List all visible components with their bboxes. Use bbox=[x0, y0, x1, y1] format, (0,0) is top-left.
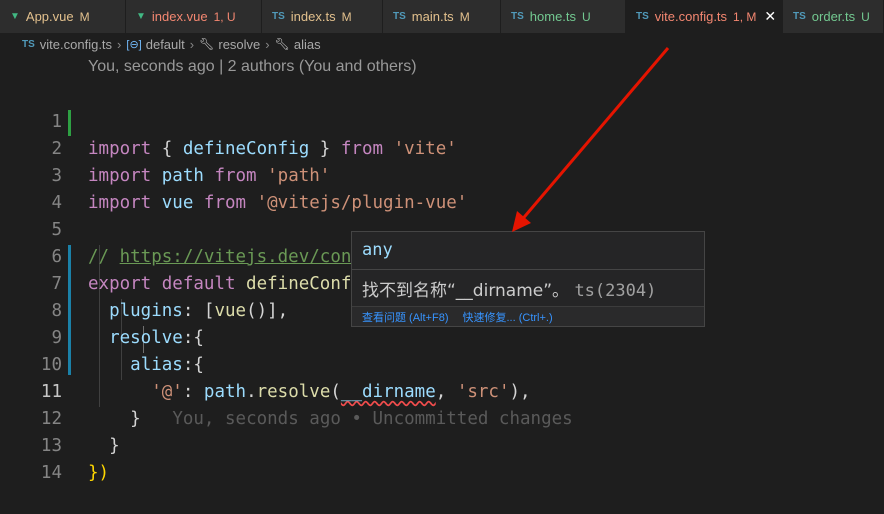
vue-icon: ▼ bbox=[10, 11, 20, 22]
tab-label: main.ts bbox=[411, 9, 454, 24]
tab-index-vue[interactable]: ▼ index.vue 1, U bbox=[126, 0, 262, 33]
breadcrumb-item-resolve[interactable]: resolve bbox=[218, 37, 260, 52]
code-line: 5 // https://vitejs.dev/config/ bbox=[0, 190, 884, 267]
vue-icon: ▼ bbox=[136, 11, 146, 22]
tab-bar: ▼ App.vue M ▼ index.vue 1, U TS index.ts… bbox=[0, 0, 884, 33]
tab-status: U bbox=[582, 9, 591, 24]
tab-label: App.vue bbox=[25, 9, 74, 24]
breadcrumb-item-alias[interactable]: alias bbox=[294, 37, 321, 52]
chevron-right-icon: › bbox=[189, 36, 195, 52]
code-line: 4 bbox=[0, 163, 884, 213]
line-number: 14 bbox=[40, 463, 62, 483]
wrench-icon: 🔧︎ bbox=[199, 37, 215, 51]
tab-label: home.ts bbox=[529, 9, 577, 24]
breadcrumb: TS vite.config.ts › [⊖] default › 🔧︎ res… bbox=[0, 33, 884, 55]
code-line: 1 import { defineConfig } from 'vite' bbox=[0, 82, 884, 159]
tab-app-vue[interactable]: ▼ App.vue M bbox=[0, 0, 126, 33]
tab-label: order.ts bbox=[811, 9, 856, 24]
code-line: 10 '@': path.resolve(__dirname, 'src'), bbox=[0, 325, 884, 402]
tab-status: M bbox=[459, 9, 470, 24]
typescript-icon: TS bbox=[636, 11, 649, 22]
close-icon[interactable]: ✕ bbox=[764, 8, 776, 25]
typescript-icon: TS bbox=[272, 11, 285, 22]
wrench-icon: 🔧︎ bbox=[274, 37, 290, 51]
hover-actions: 查看问题 (Alt+F8) 快速修复... (Ctrl+.) bbox=[352, 306, 704, 326]
typescript-icon: TS bbox=[22, 38, 35, 50]
hover-error-message: 找不到名称“__dirname”。 ts(2304) bbox=[362, 281, 657, 301]
hover-tooltip: any 找不到名称“__dirname”。 ts(2304) 查看问题 (Alt… bbox=[351, 231, 705, 327]
tab-home-ts[interactable]: TS home.ts U bbox=[501, 0, 626, 33]
tab-label: index.ts bbox=[290, 9, 336, 24]
breadcrumb-item-default[interactable]: default bbox=[146, 37, 185, 52]
tab-status: 1, M bbox=[733, 9, 757, 24]
code-line: 14 bbox=[0, 433, 884, 483]
breadcrumb-file[interactable]: vite.config.ts bbox=[40, 37, 112, 52]
quick-fix-link[interactable]: 快速修复... (Ctrl+.) bbox=[462, 309, 552, 325]
hover-type: any bbox=[362, 240, 393, 260]
tab-vite-config-ts[interactable]: TS vite.config.ts 1, M ✕ bbox=[626, 0, 783, 33]
code-line: 11 } You, seconds ago • Uncommitted chan… bbox=[0, 352, 884, 429]
tab-status: M bbox=[341, 9, 352, 24]
tab-label: vite.config.ts bbox=[654, 9, 728, 24]
module-icon: [⊖] bbox=[126, 38, 142, 51]
code-line: 2 import path from 'path' bbox=[0, 109, 884, 186]
code-line: 13 }) bbox=[0, 406, 884, 483]
code-line: 3 import vue from '@vitejs/plugin-vue' bbox=[0, 136, 884, 213]
typescript-icon: TS bbox=[511, 11, 524, 22]
typescript-icon: TS bbox=[393, 11, 406, 22]
tab-order-ts[interactable]: TS order.ts U bbox=[783, 0, 884, 33]
tab-label: index.vue bbox=[151, 9, 208, 24]
tab-status: M bbox=[79, 9, 90, 24]
tab-status: 1, U bbox=[213, 9, 236, 24]
view-problem-link[interactable]: 查看问题 (Alt+F8) bbox=[362, 309, 448, 325]
code-line: 12 } bbox=[0, 379, 884, 456]
chevron-right-icon: › bbox=[265, 36, 270, 52]
tab-main-ts[interactable]: TS main.ts M bbox=[383, 0, 501, 33]
codelens-authors[interactable]: You, seconds ago | 2 authors (You and ot… bbox=[88, 58, 417, 76]
typescript-icon: TS bbox=[793, 11, 806, 22]
chevron-right-icon: › bbox=[117, 36, 122, 52]
tab-index-ts[interactable]: TS index.ts M bbox=[262, 0, 383, 33]
hover-divider bbox=[352, 269, 704, 270]
tab-status: U bbox=[861, 9, 870, 24]
